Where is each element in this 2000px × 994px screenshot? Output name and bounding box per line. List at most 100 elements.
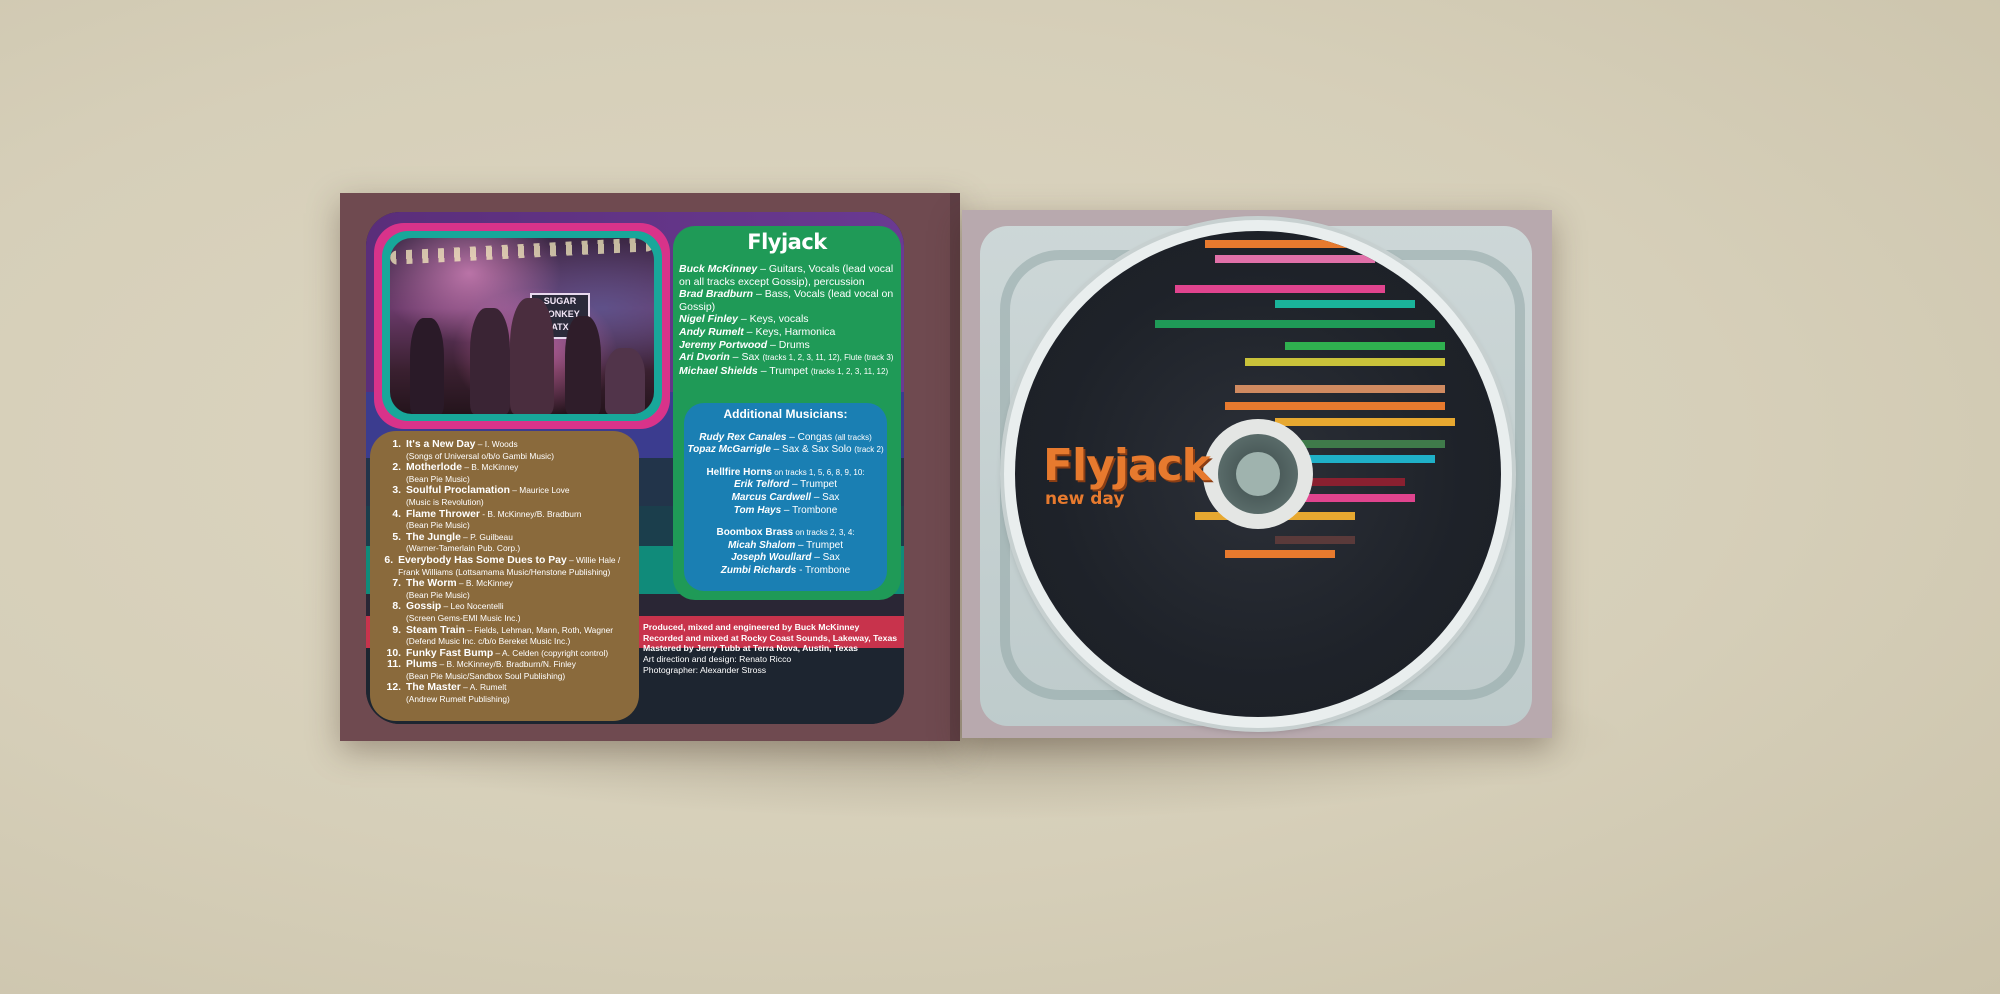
musician-note: (track 2) <box>854 445 884 455</box>
track-number: 8. <box>392 601 401 613</box>
track-publisher: (Bean Pie Music/Sandbox Soul Publishing) <box>406 670 566 681</box>
disc-stripe <box>1175 285 1385 293</box>
track-number: 12. <box>386 682 401 694</box>
track-writer: – A. Rumelt <box>460 682 507 693</box>
disc-stripe <box>1275 536 1355 544</box>
credit-line: Recorded and mixed at Rocky Coast Sounds… <box>643 632 898 643</box>
member-row: Brad Bradburn – Bass, Vocals (lead vocal… <box>679 288 901 313</box>
band-logo: Flyjack <box>747 230 827 254</box>
track-publisher: (Music is Revolution) <box>406 496 484 507</box>
musician-name: Joseph Woullard <box>731 552 812 564</box>
tray-hub-center <box>1236 452 1280 496</box>
track-publisher: (Andrew Rumelt Publishing) <box>406 694 510 705</box>
disc-stripe <box>1225 402 1445 410</box>
member-row: Nigel Finley – Keys, vocals <box>679 313 901 326</box>
credit-line: Mastered by Jerry Tubb at Terra Nova, Au… <box>643 643 858 654</box>
track-number: 10. <box>386 647 401 659</box>
musician-role: – Sax <box>811 552 840 564</box>
member-note: (tracks 1, 2, 3, 11, 12), Flute (track 3… <box>762 353 894 363</box>
musician-name: Erik Telford <box>733 479 790 491</box>
musician-role: – Trumpet <box>795 539 844 551</box>
musician-name: Topaz McGarrigle <box>687 444 771 456</box>
musician-role: – Trumpet <box>789 479 837 491</box>
track-title: Funky Fast Bump <box>406 647 494 659</box>
track-info: Gossip – Leo Nocentelli (Screen Gems-EMI … <box>406 601 520 624</box>
disc-stripe <box>1235 385 1445 393</box>
horn-section-name: Hellfire Horns <box>706 466 773 478</box>
track-info: The Jungle – P. Guilbeau (Warner-Tamerlai… <box>406 532 520 555</box>
track-publisher: (Songs of Universal o/b/o Gambi Music) <box>406 450 555 461</box>
member-role: – Keys, vocals <box>737 313 809 326</box>
track-number: 5. <box>392 531 401 543</box>
track-number: 3. <box>392 485 401 497</box>
musician-name: Zumbi Richards <box>720 564 797 576</box>
track-row: 2. Motherlode – B. McKinney (Bean Pie Musi… <box>383 462 643 485</box>
disc-stripe <box>1285 342 1445 350</box>
track-number: 6. <box>384 554 394 566</box>
track-title: Steam Train <box>406 624 465 636</box>
horn-section-title: Boombox Brass on tracks 2, 3, 4: <box>684 527 887 540</box>
disc-title: Flyjack <box>1043 440 1211 491</box>
track-writer: – B. McKinney <box>456 578 513 589</box>
track-writer: – Fields, Lehman, Mann, Roth, Wagner <box>464 624 614 635</box>
track-publisher: (Bean Pie Music) <box>406 520 470 531</box>
musician-row: Topaz McGarrigle – Sax & Sax Solo (track… <box>684 444 887 457</box>
disc-stripe <box>1295 494 1415 502</box>
member-row: Andy Rumelt – Keys, Harmonica <box>679 326 901 339</box>
member-role: – Sax <box>729 351 763 364</box>
disc-subtitle: new day <box>1045 489 1125 509</box>
track-title: Motherlode <box>406 462 462 474</box>
disc-stripe <box>1215 255 1375 263</box>
musician-note: (all tracks) <box>834 432 872 442</box>
track-row: 7. The Worm – B. McKinney (Bean Pie Music) <box>383 578 643 601</box>
track-row: 3. Soulful Proclamation – Maurice Love (Mu… <box>383 485 643 508</box>
track-title: Gossip <box>406 601 442 613</box>
musician-name: Tom Hays <box>733 504 782 516</box>
disc-stripe <box>1245 358 1445 366</box>
track-row: 12. The Master – A. Rumelt (Andrew Rumelt … <box>383 682 643 705</box>
musician-name: Marcus Cardwell <box>731 491 812 503</box>
member-role: – Drums <box>767 338 810 351</box>
track-info: Everybody Has Some Dues to Pay – Willie … <box>398 555 643 578</box>
track-publisher: (Bean Pie Music) <box>406 473 470 484</box>
musician-role: – Congas <box>786 431 835 443</box>
musician-row: Tom Hays – Trombone <box>684 505 887 518</box>
member-name: Ari Dvorin <box>679 351 730 364</box>
track-info: Funky Fast Bump – A. Celden (copyright c… <box>406 648 608 660</box>
track-row: 4. Flame Thrower - B. McKinney/B. Bradbur… <box>383 509 643 532</box>
track-row: 5. The Jungle – P. Guilbeau (Warner-Tamerl… <box>383 532 643 555</box>
credit-line: Produced, mixed and engineered by Buck M… <box>643 622 860 632</box>
track-info: Soulful Proclamation – Maurice Love (Musi… <box>406 485 570 508</box>
additional-musicians: Additional Musicians: Rudy Rex Canales –… <box>684 408 887 578</box>
musician-row: Zumbi Richards - Trombone <box>684 565 887 578</box>
track-title: The Worm <box>406 578 457 590</box>
track-writer: – Maurice Love <box>509 485 570 496</box>
disc-stripe <box>1225 550 1335 558</box>
track-title: It's a New Day <box>406 439 476 450</box>
track-number: 1. <box>392 439 401 450</box>
band-member-figure <box>565 316 601 414</box>
credit-line: Art direction and design: Renato Ricco <box>643 654 792 665</box>
track-writer: – P. Guilbeau <box>460 531 513 542</box>
member-name: Michael Shields <box>679 364 758 377</box>
track-row: 6. Everybody Has Some Dues to Pay – Willi… <box>383 555 643 578</box>
member-row: Michael Shields – Trumpet (tracks 1, 2, … <box>679 365 901 379</box>
band-member-figure <box>410 318 444 414</box>
member-name: Buck McKinney <box>679 263 758 275</box>
member-name: Jeremy Portwood <box>679 338 768 351</box>
track-number: 4. <box>392 508 401 520</box>
track-writer: – B. McKinney <box>462 462 519 473</box>
track-number: 9. <box>392 624 401 636</box>
member-row: Ari Dvorin – Sax (tracks 1, 2, 3, 11, 12… <box>679 351 901 365</box>
track-info: It's a New Day – I. Woods (Songs of Unive… <box>406 439 554 462</box>
band-member-figure <box>605 348 645 414</box>
band-member-figure <box>470 308 510 414</box>
disc-stripe <box>1275 300 1415 308</box>
musician-role: – Sax <box>811 491 840 503</box>
musician-row: Marcus Cardwell – Sax <box>684 492 887 505</box>
track-publisher: (Defend Music Inc. c/b/o Bereket Music I… <box>406 636 571 647</box>
member-name: Brad Bradburn <box>679 288 754 301</box>
track-publisher: (Screen Gems-EMI Music Inc.) <box>406 612 521 623</box>
